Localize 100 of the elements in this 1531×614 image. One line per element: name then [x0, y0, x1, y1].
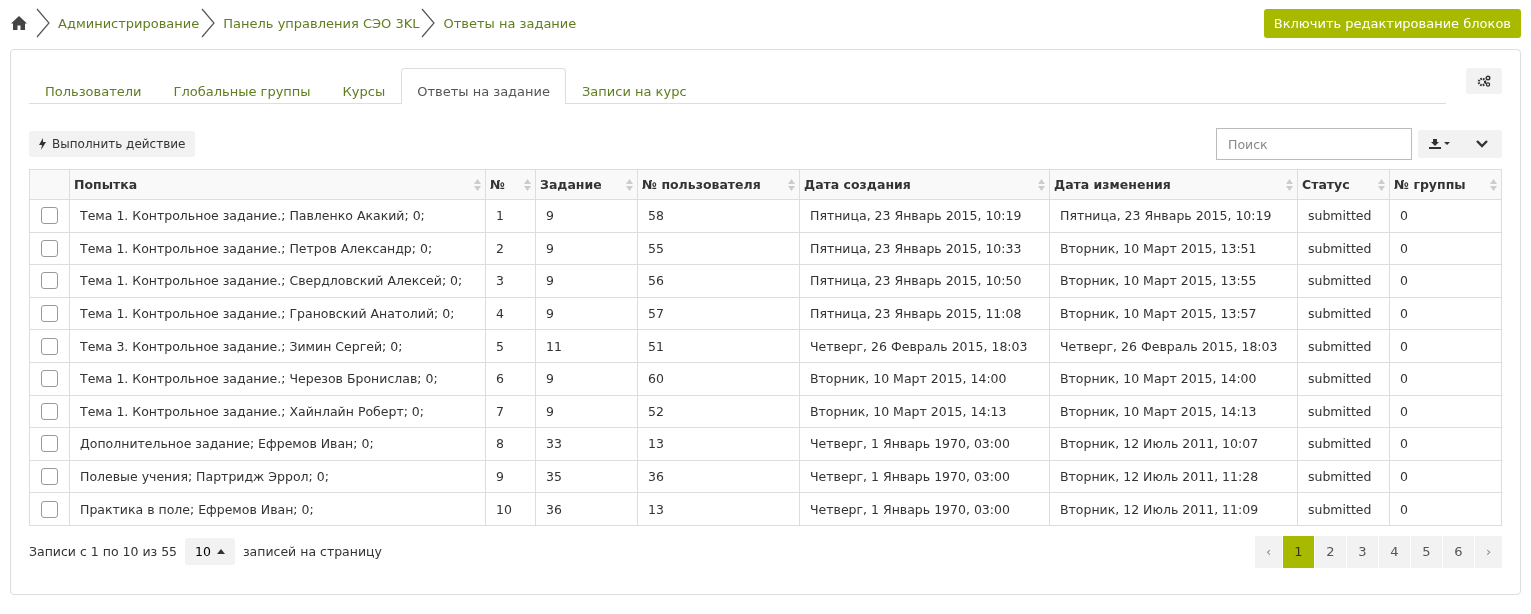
gears-icon	[1477, 75, 1491, 87]
table-cell: 36	[637, 460, 800, 493]
column-header[interactable]: Задание	[535, 169, 638, 200]
table-cell: Вторник, 12 Июль 2011, 10:07	[1049, 427, 1298, 461]
chevron-icon	[201, 8, 216, 38]
column-header[interactable]: № группы	[1389, 169, 1502, 200]
breadcrumb-link[interactable]: Администрирование	[58, 15, 200, 31]
table-cell: Вторник, 10 Март 2015, 13:51	[1049, 232, 1298, 265]
table-cell: Практика в поле; Ефремов Иван; 0;	[69, 492, 486, 526]
table-cell: Вторник, 10 Март 2015, 13:55	[1049, 264, 1298, 298]
table-cell: Дополнительное задание; Ефремов Иван; 0;	[69, 427, 486, 461]
row-checkbox[interactable]	[41, 500, 58, 518]
tab[interactable]: Курсы	[326, 68, 402, 103]
table-cell: 11	[535, 329, 638, 363]
table-cell: Пятница, 23 Январь 2015, 11:08	[799, 297, 1050, 330]
search-field[interactable]: Поиск	[1216, 128, 1412, 160]
page-button[interactable]: 1	[1283, 535, 1314, 568]
table-cell: 6	[485, 362, 536, 396]
table-cell: Четверг, 1 Январь 1970, 03:00	[799, 492, 1050, 526]
column-header[interactable]: Попытка	[69, 169, 486, 200]
sort-icon	[474, 177, 481, 192]
table-cell: 9	[535, 264, 638, 298]
table-cell: 2	[485, 232, 536, 265]
sort-icon	[524, 177, 531, 192]
table-cell: 0	[1389, 264, 1502, 298]
home-icon[interactable]	[10, 15, 28, 31]
page-button[interactable]: 6	[1443, 535, 1474, 568]
table-cell: 55	[637, 232, 800, 265]
table-cell: Четверг, 26 Февраль 2015, 18:03	[799, 329, 1050, 363]
table-cell: 0	[1389, 362, 1502, 396]
column-header[interactable]: Дата создания	[799, 169, 1050, 200]
table-cell: Тема 1. Контрольное задание.; Павленко Акакий; 0;	[69, 199, 486, 233]
row-checkbox[interactable]	[41, 207, 58, 225]
page-button[interactable]: 5	[1411, 535, 1442, 568]
breadcrumb-link[interactable]: Ответы на задание	[443, 15, 577, 31]
column-title: № пользователя	[642, 177, 761, 192]
table-cell: 9	[535, 199, 638, 233]
sort-icon	[788, 177, 795, 192]
table-cell: submitted	[1297, 492, 1390, 526]
breadcrumb-link[interactable]: Панель управления СЭО 3KL	[223, 15, 420, 31]
table-cell: submitted	[1297, 395, 1390, 428]
tab[interactable]: Пользователи	[29, 68, 158, 103]
table-cell: Четверг, 1 Январь 1970, 03:00	[799, 427, 1050, 461]
page-size-dropdown[interactable]: 10	[185, 538, 235, 566]
table-cell: 13	[637, 427, 800, 461]
row-checkbox[interactable]	[41, 370, 58, 388]
tab[interactable]: Ответы на задание	[401, 68, 566, 104]
row-checkbox[interactable]	[41, 305, 58, 323]
table-cell: Пятница, 23 Январь 2015, 10:19	[1049, 199, 1298, 233]
chevron-icon	[36, 8, 50, 38]
table-cell: 9	[535, 362, 638, 396]
row-checkbox[interactable]	[41, 272, 58, 290]
column-header[interactable]: № пользователя	[637, 169, 800, 200]
table-cell: submitted	[1297, 362, 1390, 396]
table-cell: 0	[1389, 199, 1502, 233]
chevron-icon	[421, 8, 436, 38]
table-cell: 0	[1389, 297, 1502, 330]
table-cell: 0	[1389, 427, 1502, 461]
column-title: Попытка	[74, 177, 138, 192]
table-cell: Вторник, 10 Март 2015, 14:13	[799, 395, 1050, 428]
column-title: Задание	[540, 177, 602, 192]
table-cell: 52	[637, 395, 800, 428]
table-cell: 57	[637, 297, 800, 330]
column-header[interactable]: Статус	[1297, 169, 1390, 200]
column-title: Дата изменения	[1054, 177, 1171, 192]
row-checkbox[interactable]	[41, 337, 58, 355]
table-cell: 0	[1389, 395, 1502, 428]
page-button[interactable]: 3	[1347, 535, 1378, 568]
chevron-down-icon	[1476, 140, 1488, 148]
table-cell: Тема 1. Контрольное задание.; Хайнлайн Роберт; 0;	[69, 395, 486, 428]
tab[interactable]: Записи на курс	[566, 68, 703, 103]
page-button[interactable]: 2	[1315, 535, 1346, 568]
table-cell: 5	[485, 329, 536, 363]
column-header[interactable]: Дата изменения	[1049, 169, 1298, 200]
table-cell: 60	[637, 362, 800, 396]
page-button[interactable]: 4	[1379, 535, 1410, 568]
table-cell: 0	[1389, 329, 1502, 363]
table-cell: 51	[637, 329, 800, 363]
table-cell: Четверг, 26 Февраль 2015, 18:03	[1049, 329, 1298, 363]
row-checkbox[interactable]	[41, 239, 58, 257]
table-cell: 0	[1389, 232, 1502, 265]
expand-button[interactable]	[1462, 130, 1502, 158]
row-checkbox[interactable]	[41, 402, 58, 420]
table-cell: Пятница, 23 Январь 2015, 10:50	[799, 264, 1050, 298]
row-checkbox[interactable]	[41, 435, 58, 453]
column-header[interactable]: №	[485, 169, 536, 200]
table-cell: 8	[485, 427, 536, 461]
tab[interactable]: Глобальные группы	[157, 68, 327, 103]
table-cell: Вторник, 10 Март 2015, 14:00	[799, 362, 1050, 396]
table-cell: 7	[485, 395, 536, 428]
table-cell: submitted	[1297, 329, 1390, 363]
table-cell: Вторник, 10 Март 2015, 14:13	[1049, 395, 1298, 428]
table-cell: 35	[535, 460, 638, 493]
action-button[interactable]: Выполнить действие	[29, 131, 196, 157]
download-button[interactable]	[1418, 130, 1462, 158]
row-checkbox[interactable]	[41, 468, 58, 486]
settings-button[interactable]	[1466, 68, 1502, 94]
table-cell: 4	[485, 297, 536, 330]
sort-icon	[1490, 177, 1497, 192]
table-cell: submitted	[1297, 460, 1390, 493]
